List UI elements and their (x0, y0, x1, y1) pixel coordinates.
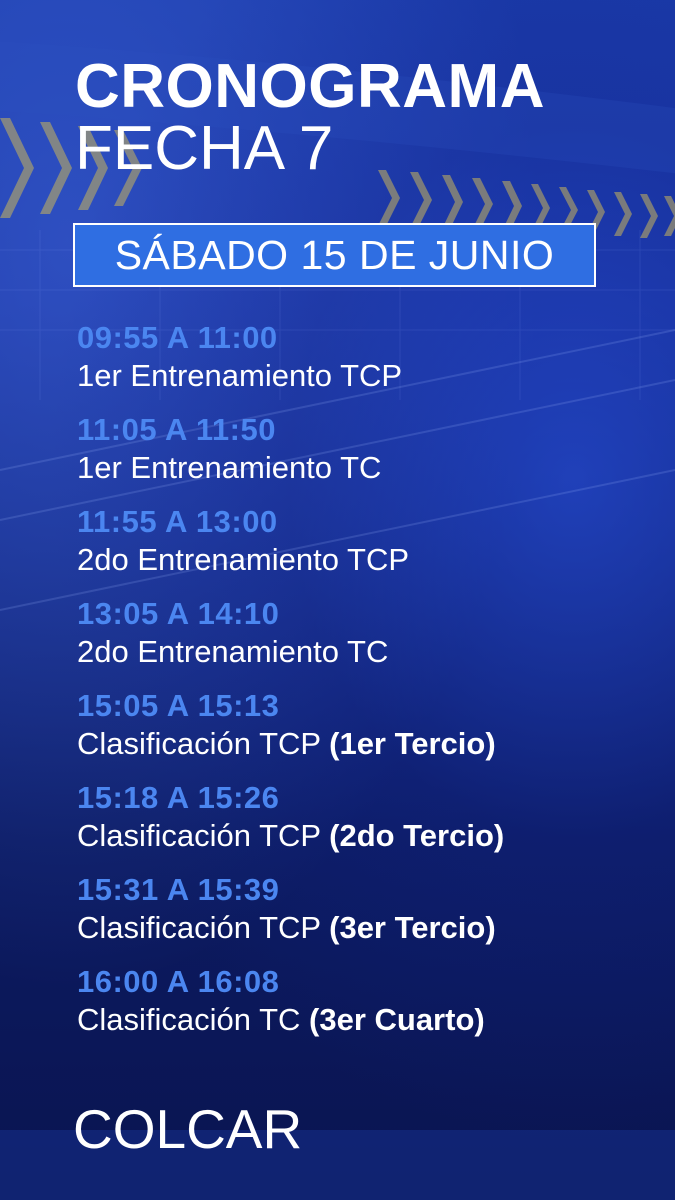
schedule-item: 13:05 A 14:10 2do Entrenamiento TC (77, 594, 504, 686)
event-name: 1er Entrenamiento TC (77, 450, 382, 485)
schedule-item: 15:05 A 15:13 Clasificación TCP (1er Ter… (77, 686, 504, 778)
schedule-time: 09:55 A 11:00 (77, 320, 278, 355)
event-name: 2do Entrenamiento TC (77, 634, 389, 669)
schedule-time: 15:31 A 15:39 (77, 872, 280, 907)
schedule-item: 11:55 A 13:00 2do Entrenamiento TCP (77, 502, 504, 594)
event-name: Clasificación TCP (77, 910, 330, 945)
event-note: (3er Tercio) (329, 910, 496, 945)
schedule-item: 11:05 A 11:50 1er Entrenamiento TC (77, 410, 504, 502)
schedule-item: 09:55 A 11:00 1er Entrenamiento TCP (77, 318, 504, 410)
schedule-time: 11:05 A 11:50 (77, 412, 276, 447)
schedule-event: 1er Entrenamiento TC (77, 448, 504, 488)
schedule-list: 09:55 A 11:00 1er Entrenamiento TCP 11:0… (77, 318, 504, 1054)
event-name: 2do Entrenamiento TCP (77, 542, 410, 577)
schedule-event: 2do Entrenamiento TCP (77, 540, 504, 580)
page-subtitle: FECHA 7 (75, 114, 334, 183)
schedule-item: 15:18 A 15:26 Clasificación TCP (2do Ter… (77, 778, 504, 870)
schedule-time: 15:05 A 15:13 (77, 688, 280, 723)
schedule-item: 16:00 A 16:08 Clasificación TC (3er Cuar… (77, 962, 504, 1054)
event-note: (2do Tercio) (329, 818, 505, 853)
schedule-event: Clasificación TCP (2do Tercio) (77, 816, 504, 856)
colcar-logo-text: COLCAR (73, 1098, 303, 1160)
event-name: 1er Entrenamiento TCP (77, 358, 403, 393)
schedule-time: 13:05 A 14:10 (77, 596, 280, 631)
schedule-time: 15:18 A 15:26 (77, 780, 280, 815)
event-name: Clasificación TC (77, 1002, 310, 1037)
schedule-time: 16:00 A 16:08 (77, 964, 280, 999)
schedule-event: 2do Entrenamiento TC (77, 632, 504, 672)
schedule-event: Clasificación TC (3er Cuarto) (77, 1000, 504, 1040)
schedule-time: 11:55 A 13:00 (77, 504, 278, 539)
schedule-event: Clasificación TCP (3er Tercio) (77, 908, 504, 948)
event-note: (1er Tercio) (329, 726, 496, 761)
event-name: Clasificación TCP (77, 818, 330, 853)
schedule-item: 15:31 A 15:39 Clasificación TCP (3er Ter… (77, 870, 504, 962)
event-name: Clasificación TCP (77, 726, 330, 761)
page-title: CRONOGRAMA (75, 52, 545, 121)
date-banner: SÁBADO 15 DE JUNIO (73, 223, 596, 287)
event-note: (3er Cuarto) (309, 1002, 485, 1037)
schedule-event: Clasificación TCP (1er Tercio) (77, 724, 504, 764)
schedule-event: 1er Entrenamiento TCP (77, 356, 504, 396)
